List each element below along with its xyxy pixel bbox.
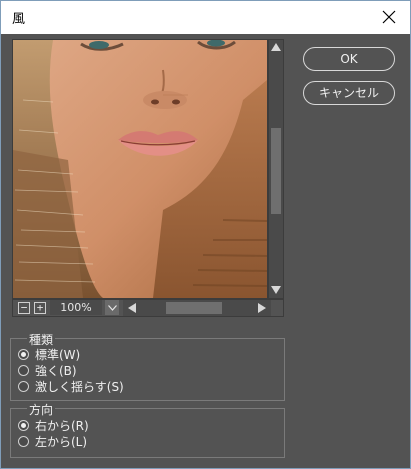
wind-filter-dialog: 風 − + 100% OK キャンセル 種類 標準(W) 強く(B) 激しく揺ら…	[0, 0, 411, 469]
method-option-label: 標準(W)	[35, 347, 81, 362]
radio-unselected-icon	[18, 435, 29, 447]
preview-image[interactable]	[13, 40, 267, 298]
preview-zoom-bar: − + 100%	[13, 300, 283, 316]
zoom-dropdown-button[interactable]	[105, 300, 119, 315]
horizontal-scroll-thumb[interactable]	[166, 302, 222, 314]
method-option-label: 強く(B)	[35, 363, 77, 378]
face-preview-illustration	[13, 40, 267, 298]
method-option-label: 激しく揺らす(S)	[35, 379, 124, 394]
zoom-in-button[interactable]: +	[34, 302, 46, 314]
radio-selected-icon	[18, 419, 29, 431]
dialog-title: 風	[12, 12, 26, 27]
zoom-out-button[interactable]: −	[18, 302, 30, 314]
cancel-button[interactable]: キャンセル	[303, 81, 395, 105]
dialog-body: − + 100% OK キャンセル 種類 標準(W) 強く(B) 激しく揺らす(…	[1, 34, 410, 468]
chevron-down-icon	[107, 304, 117, 311]
method-option-stagger[interactable]: 激しく揺らす(S)	[18, 378, 124, 394]
scroll-left-arrow-icon[interactable]	[125, 301, 139, 315]
method-option-standard[interactable]: 標準(W)	[18, 346, 80, 362]
radio-selected-icon	[18, 348, 29, 360]
preview-panel: − + 100%	[12, 39, 284, 317]
ok-button[interactable]: OK	[303, 47, 395, 71]
preview-horizontal-scrollbar[interactable]	[123, 300, 271, 316]
title-bar: 風	[1, 1, 410, 34]
scroll-up-arrow-icon[interactable]	[270, 41, 282, 53]
direction-group-label: 方向	[27, 401, 56, 418]
direction-option-from-left[interactable]: 左から(L)	[18, 433, 87, 449]
radio-unselected-icon	[18, 364, 29, 376]
scroll-down-arrow-icon[interactable]	[270, 284, 282, 296]
close-button[interactable]	[376, 4, 402, 30]
radio-unselected-icon	[18, 380, 29, 392]
vertical-scroll-thumb[interactable]	[271, 128, 281, 214]
close-icon	[382, 10, 396, 24]
preview-vertical-scrollbar[interactable]	[269, 40, 283, 298]
method-option-strong[interactable]: 強く(B)	[18, 362, 77, 378]
direction-option-from-right[interactable]: 右から(R)	[18, 417, 89, 433]
direction-option-label: 左から(L)	[35, 434, 88, 449]
direction-option-label: 右から(R)	[35, 418, 89, 433]
scroll-right-arrow-icon[interactable]	[255, 301, 269, 315]
zoom-level[interactable]: 100%	[50, 300, 102, 315]
